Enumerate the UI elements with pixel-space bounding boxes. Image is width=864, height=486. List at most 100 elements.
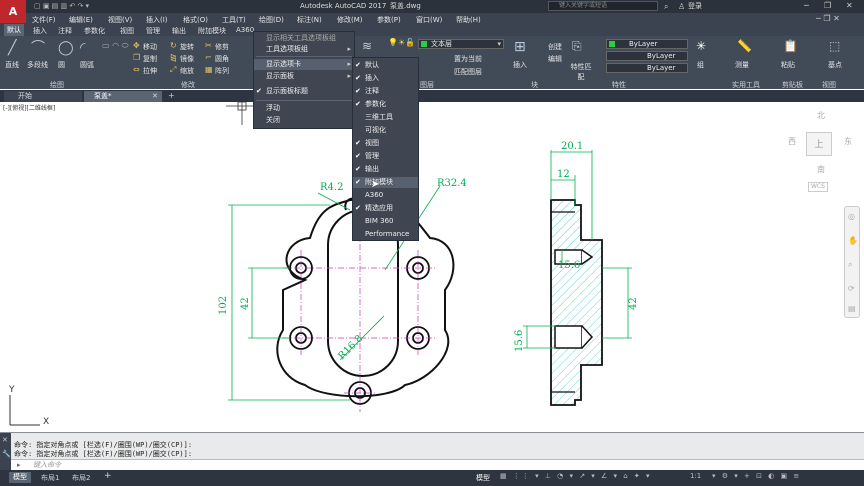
polyline-button[interactable]: 多段线 xyxy=(27,60,48,70)
status-toggles[interactable]: ▦ ⋮⋮ ▾ ⊥ ◔ ▾ ↗ ▾ ∠ ▾ ⌂ ✦ ▾ xyxy=(500,473,652,480)
trim-button[interactable]: 修剪 xyxy=(215,42,229,52)
submenu-featured-apps[interactable]: ✔ 精选应用 xyxy=(353,203,418,214)
tab-annotate[interactable]: 注释 xyxy=(58,26,72,36)
tab-start[interactable]: 开始 xyxy=(4,91,82,102)
set-current-button[interactable]: 置为当前 xyxy=(454,54,482,64)
customize-command-icon[interactable]: 🔧 xyxy=(2,451,11,458)
match-layer-button[interactable]: 匹配图层 xyxy=(454,67,482,77)
linetype-dropdown[interactable]: ByLayer xyxy=(606,51,688,61)
tab-output[interactable]: 输出 xyxy=(172,26,186,36)
viewcube-east[interactable]: 东 xyxy=(844,138,852,146)
layer-state-icons[interactable]: 💡☀🔓 xyxy=(388,39,415,47)
tab-addins[interactable]: 附加模块 xyxy=(198,26,226,36)
ctx-show-panel-titles[interactable]: ✔ 显示面板标题 xyxy=(254,86,354,97)
color-dropdown[interactable]: ByLayer xyxy=(606,39,688,49)
fillet-button[interactable]: 圆角 xyxy=(215,54,229,64)
clipboard-panel-title[interactable]: 剪贴板 xyxy=(782,80,803,90)
scale-button[interactable]: 缩放 xyxy=(180,66,194,76)
pan-icon[interactable]: ✋ xyxy=(848,237,858,245)
stretch-button[interactable]: 拉伸 xyxy=(143,66,157,76)
properties-panel-title[interactable]: 特性 xyxy=(612,80,626,90)
ctx-close[interactable]: 关闭 xyxy=(254,115,354,126)
tab-default[interactable]: 默认 xyxy=(4,24,24,36)
draw-panel-title[interactable]: 绘图 xyxy=(50,80,64,90)
tab-manage[interactable]: 管理 xyxy=(146,26,160,36)
circle-button[interactable]: 圆 xyxy=(58,60,65,70)
viewcube-north[interactable]: 北 xyxy=(817,112,825,120)
close-command-icon[interactable]: ✕ xyxy=(2,437,8,444)
tab-model[interactable]: 模型 xyxy=(9,472,31,483)
basepoint-button[interactable]: 基点 xyxy=(828,60,842,70)
submenu-manage[interactable]: ✔ 管理 xyxy=(353,151,418,162)
new-tab-icon[interactable]: + xyxy=(168,92,175,100)
add-layout-icon[interactable]: + xyxy=(104,471,112,481)
edit-block-button[interactable]: 编辑 xyxy=(548,54,562,64)
move-button[interactable]: 移动 xyxy=(143,42,157,52)
viewcube-west[interactable]: 西 xyxy=(788,138,796,146)
close-tab-icon[interactable]: ✕ xyxy=(152,93,158,100)
layer-panel-title[interactable]: 图层 xyxy=(420,80,434,90)
layer-dropdown[interactable]: 文本层 ▾ xyxy=(418,39,504,49)
utilities-panel-title[interactable]: 实用工具 xyxy=(732,80,760,90)
login-link[interactable]: 登录 xyxy=(688,3,702,10)
ctx-show-tabs[interactable]: 显示选项卡 ▸ xyxy=(254,59,354,70)
submenu-visualize[interactable]: 可视化 xyxy=(353,125,418,136)
submenu-output[interactable]: ✔ 输出 xyxy=(353,164,418,175)
annotation-scale-label[interactable]: 1:1 xyxy=(690,473,701,480)
submenu-parametric[interactable]: ✔ 参数化 xyxy=(353,99,418,110)
create-block-button[interactable]: 创建 xyxy=(548,42,562,52)
ctx-float[interactable]: 浮动 xyxy=(254,103,354,114)
search-icon[interactable]: ⌕ xyxy=(664,3,668,11)
submenu-annotate[interactable]: ✔ 注释 xyxy=(353,86,418,97)
quick-access-toolbar[interactable]: ▢ ▣ ▤ ▥ ↶ ↷ ▾ xyxy=(34,3,89,10)
steering-wheel-icon[interactable]: ◎ xyxy=(848,213,855,221)
mirror-button[interactable]: 镜像 xyxy=(180,54,194,64)
submenu-view[interactable]: ✔ 视图 xyxy=(353,138,418,149)
submenu-bim360[interactable]: BIM 360 xyxy=(353,216,418,227)
application-button[interactable]: A xyxy=(0,0,26,23)
array-button[interactable]: 阵列 xyxy=(215,66,229,76)
ctx-tool-palette-group[interactable]: 工具选项板组 ▸ xyxy=(254,44,354,55)
ctx-show-panels[interactable]: 显示面板 ▸ xyxy=(254,71,354,82)
viewcube[interactable]: 北 西 上 东 南 WCS xyxy=(780,108,860,198)
viewcube-top[interactable]: 上 xyxy=(806,132,832,156)
layer-properties-icon[interactable]: ≋ xyxy=(362,40,372,52)
tab-view[interactable]: 视图 xyxy=(120,26,134,36)
ctx-show-related-palettes[interactable]: 显示相关工具选项板组 xyxy=(254,33,354,44)
group-button[interactable]: 组 xyxy=(697,60,704,70)
submenu-a360[interactable]: A360 xyxy=(353,190,418,201)
submenu-addins[interactable]: ✔ 附加模块 xyxy=(353,177,418,188)
insert-block-button[interactable]: 插入 xyxy=(513,60,527,70)
rotate-button[interactable]: 旋转 xyxy=(180,42,194,52)
lineweight-dropdown[interactable]: ByLayer xyxy=(606,63,688,73)
doc-window-controls[interactable]: ─ ❐ ✕ xyxy=(816,15,840,23)
draw-extra-icons[interactable]: ▭ ◠ ⬭ xyxy=(102,42,128,50)
copy-button[interactable]: 复制 xyxy=(143,54,157,64)
block-panel-title[interactable]: 块 xyxy=(531,80,538,90)
tab-layout1[interactable]: 布局1 xyxy=(41,473,59,483)
modify-panel-title[interactable]: 修改 xyxy=(181,80,195,90)
showmotion-icon[interactable]: ▤ xyxy=(848,305,856,313)
tab-layout2[interactable]: 布局2 xyxy=(72,473,90,483)
wcs-menu[interactable]: WCS xyxy=(808,182,828,192)
status-right-icons[interactable]: ▾ ⚙ ▾ + ⊡ ◐ ▣ ≡ xyxy=(712,473,801,480)
model-space-button[interactable]: 模型 xyxy=(476,473,490,483)
viewcube-south[interactable]: 南 xyxy=(817,166,825,174)
submenu-insert[interactable]: ✔ 插入 xyxy=(353,73,418,84)
arc-button[interactable]: 圆弧 xyxy=(80,60,94,70)
match-properties-button[interactable]: 特性匹配 xyxy=(570,62,592,82)
tab-a360[interactable]: A360 xyxy=(236,26,254,34)
minimize-button[interactable]: ─ xyxy=(804,2,809,10)
tab-insert[interactable]: 插入 xyxy=(33,26,47,36)
submenu-3d-tools[interactable]: 三维工具 xyxy=(353,112,418,123)
restore-button[interactable]: ❐ xyxy=(824,2,831,10)
submenu-default[interactable]: ✔ 默认 xyxy=(353,60,418,71)
tab-parametric[interactable]: 参数化 xyxy=(84,26,105,36)
line-button[interactable]: 直线 xyxy=(5,60,19,70)
view-panel-title[interactable]: 视图 xyxy=(822,80,836,90)
drawing-canvas[interactable]: [-][俯视][二维线框] R4.2 R32.4 102 42 R16.8 20… xyxy=(0,102,864,432)
navigation-bar[interactable]: ◎ ✋ ⌕ ⟳ ▤ xyxy=(844,206,860,318)
close-button[interactable]: ✕ xyxy=(846,2,853,10)
tab-drawing[interactable]: 泵盖* ✕ xyxy=(84,91,162,102)
measure-button[interactable]: 测量 xyxy=(735,60,749,70)
